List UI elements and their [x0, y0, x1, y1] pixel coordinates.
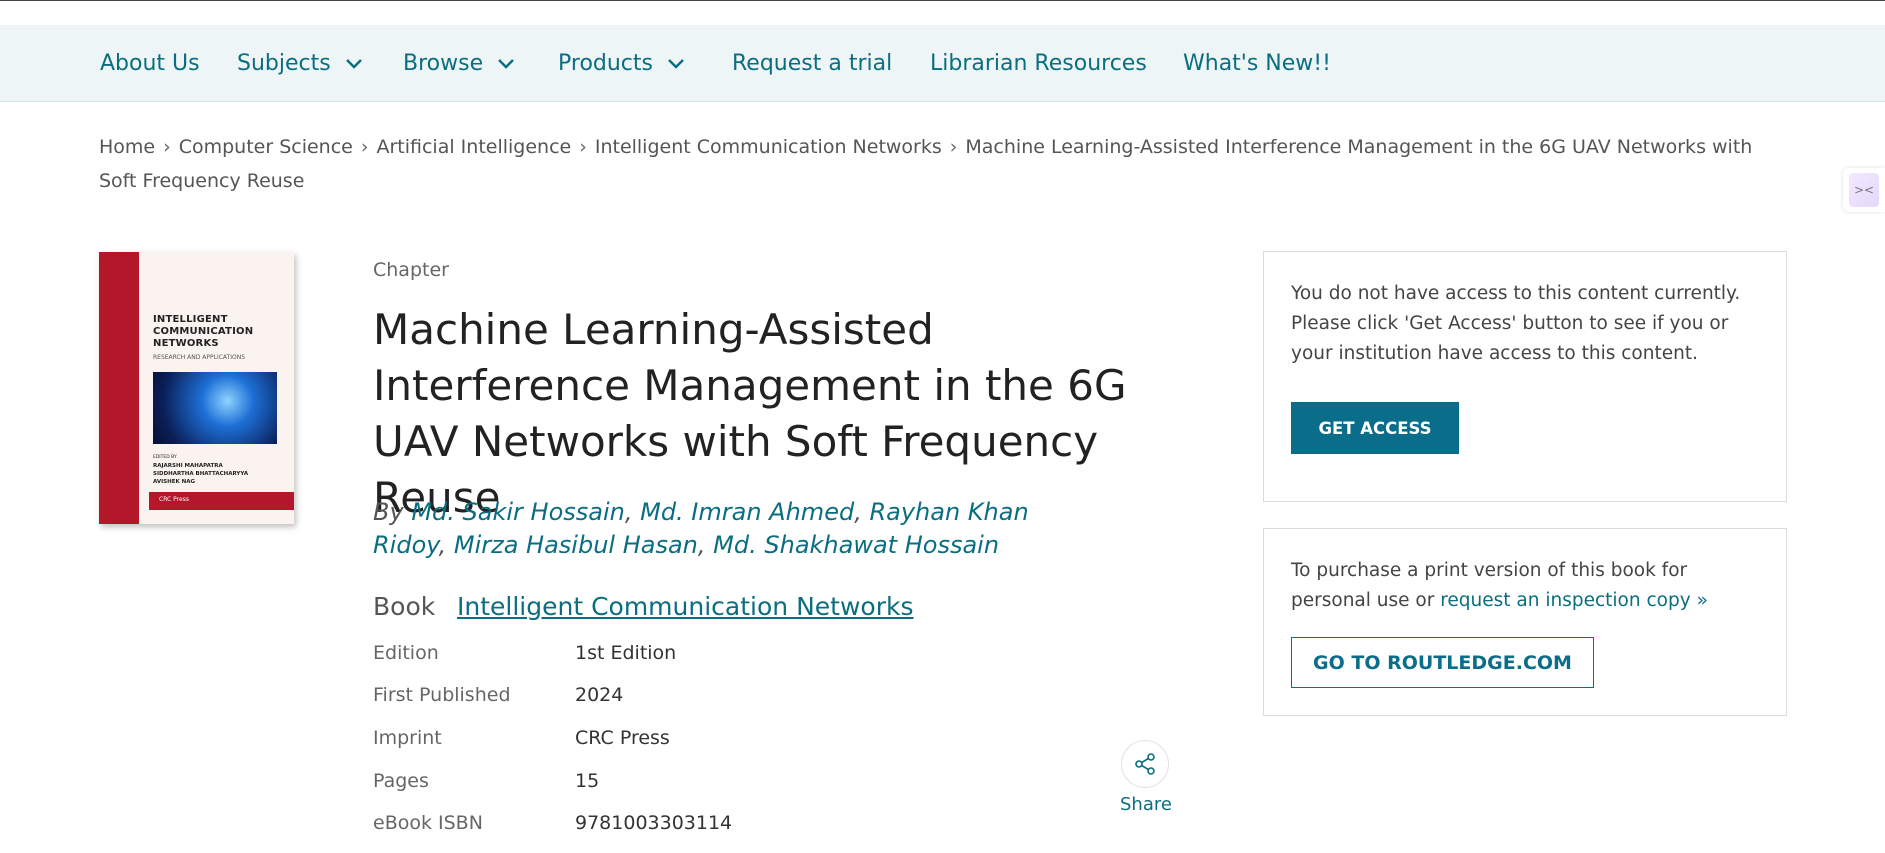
breadcrumb-computer-science[interactable]: Computer Science: [179, 136, 353, 158]
purchase-box: To purchase a print version of this book…: [1263, 528, 1787, 716]
chevron-down-icon: [498, 59, 514, 69]
meta-value: 2024: [575, 684, 624, 706]
breadcrumb-home[interactable]: Home: [99, 136, 155, 158]
breadcrumb-artificial-intelligence[interactable]: Artificial Intelligence: [376, 136, 571, 158]
cover-subtitle: RESEARCH AND APPLICATIONS: [153, 354, 245, 361]
author-link[interactable]: Mirza Hasibul Hasan: [454, 531, 698, 559]
content-type-label: Chapter: [373, 259, 449, 281]
author-list: By Md. Sakir Hossain, Md. Imran Ahmed, R…: [373, 498, 1029, 559]
get-access-button[interactable]: GET ACCESS: [1291, 402, 1459, 454]
chevron-right-icon: ›: [949, 136, 958, 158]
book-title-link[interactable]: Intelligent Communication Networks: [457, 592, 913, 621]
nav-products[interactable]: Products: [558, 25, 687, 101]
breadcrumb-book[interactable]: Intelligent Communication Networks: [595, 136, 942, 158]
main-navbar: About Us Subjects Browse Products Reques…: [0, 25, 1885, 102]
nav-browse-label: Browse: [403, 50, 484, 76]
cover-editors: EDITED BY RAJARSHI MAHAPATRA SIDDHARTHA …: [153, 455, 249, 485]
meta-value: 15: [575, 770, 600, 792]
book-row: Book Intelligent Communication Networks: [373, 592, 913, 621]
author-link[interactable]: Md. Shakhawat Hossain: [713, 531, 999, 559]
chevron-down-icon: [668, 59, 684, 69]
meta-value: 1st Edition: [575, 642, 677, 664]
meta-key: eBook ISBN: [373, 812, 483, 834]
nav-librarian-resources-label: Librarian Resources: [930, 50, 1147, 76]
chapter-title: Machine Learning-Assisted Interference M…: [373, 305, 1127, 522]
share-icon: [1121, 740, 1169, 788]
chevron-right-icon: ›: [163, 136, 171, 158]
go-to-routledge-button[interactable]: GO TO ROUTLEDGE.COM: [1291, 637, 1594, 688]
inspection-copy-link[interactable]: request an inspection copy: [1440, 590, 1690, 611]
nav-request-trial-label: Request a trial: [732, 50, 893, 76]
access-message: You do not have access to this content c…: [1291, 283, 1741, 364]
nav-subjects-label: Subjects: [237, 50, 331, 76]
nav-whats-new[interactable]: What's New!!: [1183, 25, 1331, 101]
purchase-message: To purchase a print version of this book…: [1291, 560, 1708, 611]
nav-librarian-resources[interactable]: Librarian Resources: [930, 25, 1147, 101]
meta-key: First Published: [373, 684, 511, 706]
author-link[interactable]: Md. Sakir Hossain: [411, 498, 625, 526]
nav-about-us-label: About Us: [100, 50, 200, 76]
share-label: Share: [1120, 794, 1172, 815]
meta-key: Imprint: [373, 727, 442, 749]
chevron-right-icon: ›: [579, 136, 587, 158]
author-link[interactable]: Md. Imran Ahmed: [640, 498, 854, 526]
chevron-right-icon: ›: [360, 136, 369, 158]
cover-title: INTELLIGENT COMMUNICATION NETWORKS: [153, 314, 254, 349]
nav-request-trial[interactable]: Request a trial: [732, 25, 892, 101]
collapse-icon: ><: [1849, 173, 1879, 207]
nav-products-label: Products: [558, 50, 653, 76]
meta-key: Edition: [373, 642, 439, 664]
top-border: [0, 0, 1885, 1]
meta-key: Pages: [373, 770, 429, 792]
book-label: Book: [373, 592, 436, 621]
by-label: By: [373, 498, 404, 526]
nav-subjects[interactable]: Subjects: [237, 25, 365, 101]
book-cover[interactable]: INTELLIGENT COMMUNICATION NETWORKS RESEA…: [99, 252, 294, 524]
meta-value: 9781003303114: [575, 812, 733, 834]
cover-image: [153, 372, 277, 444]
chevron-down-icon: [345, 59, 362, 69]
nav-about-us[interactable]: About Us: [100, 25, 200, 101]
double-chevron-right-icon: »: [1696, 590, 1708, 611]
breadcrumb: Home › Computer Science › Artificial Intelli…: [99, 130, 1779, 198]
side-feedback-widget[interactable]: ><: [1843, 168, 1885, 212]
cover-red-stripe: [99, 252, 139, 524]
nav-browse[interactable]: Browse: [403, 25, 517, 101]
cover-publisher: CRC Press: [159, 496, 189, 503]
access-box: You do not have access to this content c…: [1263, 251, 1787, 502]
meta-value: CRC Press: [575, 727, 670, 749]
share-button[interactable]: Share: [1120, 740, 1172, 815]
nav-whats-new-label: What's New!!: [1183, 50, 1331, 76]
